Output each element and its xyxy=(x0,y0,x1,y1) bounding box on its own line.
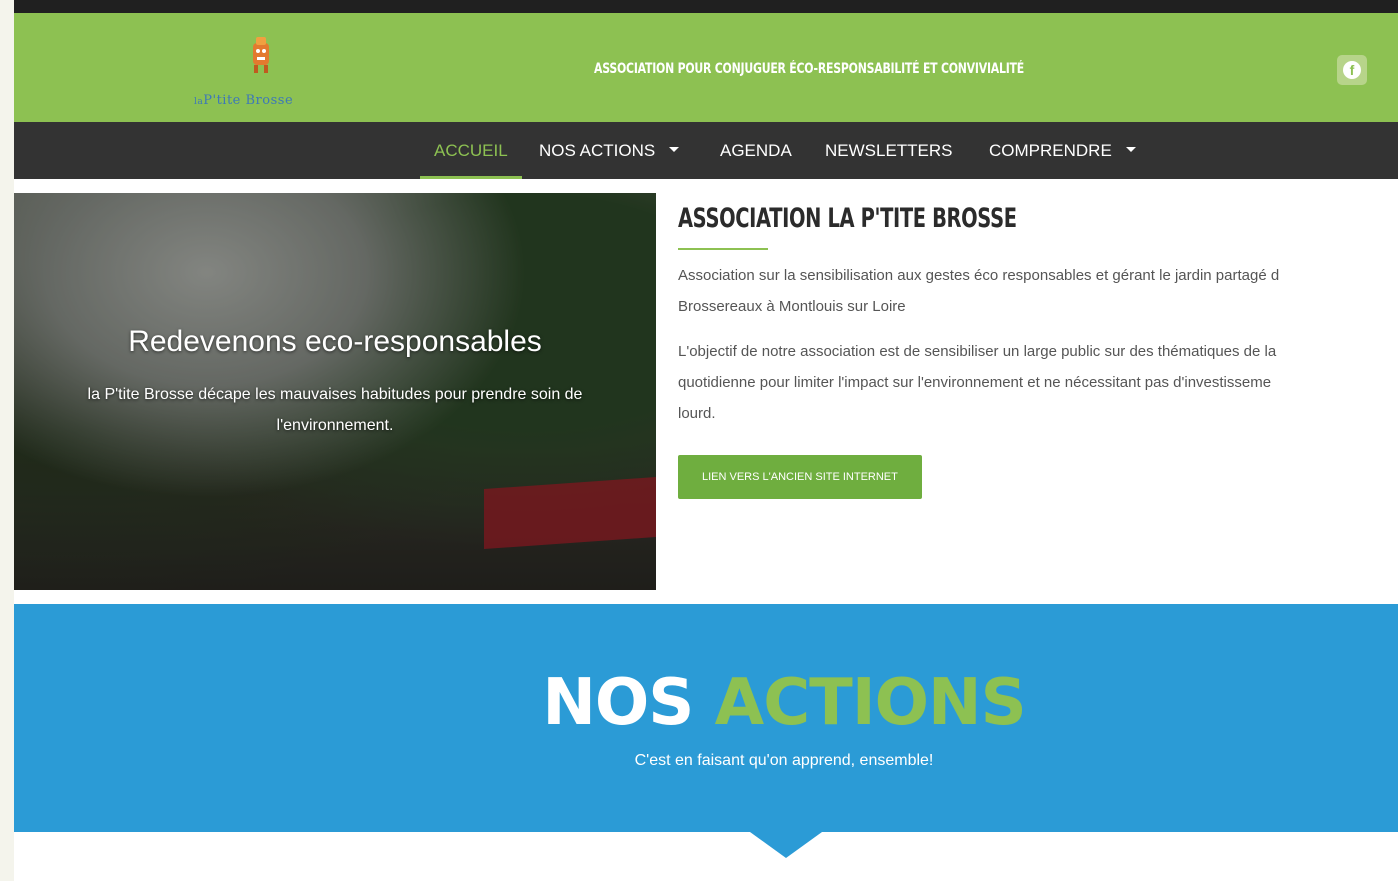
main-nav: ACCUEIL NOS ACTIONS AGENDA NEWSLETTERS C… xyxy=(14,122,1398,179)
logo-wordmark: laP'tite Brosse xyxy=(194,93,294,108)
nav-item-newsletters[interactable]: NEWSLETTERS xyxy=(825,122,953,179)
facebook-icon: f xyxy=(1343,61,1361,79)
nav-item-comprendre[interactable]: COMPRENDRE xyxy=(989,122,1136,179)
caret-down-icon xyxy=(1125,147,1136,153)
caret-down-icon xyxy=(669,147,680,153)
browser-viewport: laP'tite Brosse ASSOCIATION POUR CONJUGU… xyxy=(14,0,1398,881)
title-underline xyxy=(678,248,768,250)
nav-item-agenda[interactable]: AGENDA xyxy=(720,122,792,179)
intro-paragraph-1: Association sur la sensibilisation aux g… xyxy=(678,267,1280,315)
hero-banner: Redevenons eco-responsables la P'tite Br… xyxy=(14,193,656,590)
nav-item-nos-actions[interactable]: NOS ACTIONS xyxy=(539,122,680,179)
old-site-link-button[interactable]: LIEN VERS L'ANCIEN SITE INTERNET xyxy=(678,455,922,499)
intro-paragraph-2: L'objectif de notre association est de s… xyxy=(678,343,1277,422)
intro-title: ASSOCIATION LA P'TITE BROSSE xyxy=(678,203,1017,234)
nav-item-accueil[interactable]: ACCUEIL xyxy=(420,122,522,179)
site-logo[interactable]: laP'tite Brosse xyxy=(186,33,336,113)
brush-mascot-icon xyxy=(253,37,269,73)
site-header: laP'tite Brosse ASSOCIATION POUR CONJUGU… xyxy=(14,13,1398,122)
intro-section: ASSOCIATION LA P'TITE BROSSE Association… xyxy=(678,203,1398,499)
actions-title: NOS ACTIONS xyxy=(542,666,1026,740)
actions-banner: NOS ACTIONS C'est en faisant qu'on appre… xyxy=(14,604,1398,832)
hero-subtitle: la P'tite Brosse décape les mauvaises ha… xyxy=(87,386,583,434)
bookmarks-bar xyxy=(14,0,1398,13)
section-pointer xyxy=(750,832,822,858)
site-tagline: ASSOCIATION POUR CONJUGUER ÉCO-RESPONSAB… xyxy=(594,61,1024,77)
hero-title: Redevenons eco-responsables xyxy=(128,325,542,358)
facebook-button[interactable]: f xyxy=(1337,55,1367,85)
actions-subtitle: C'est en faisant qu'on apprend, ensemble… xyxy=(634,752,934,769)
